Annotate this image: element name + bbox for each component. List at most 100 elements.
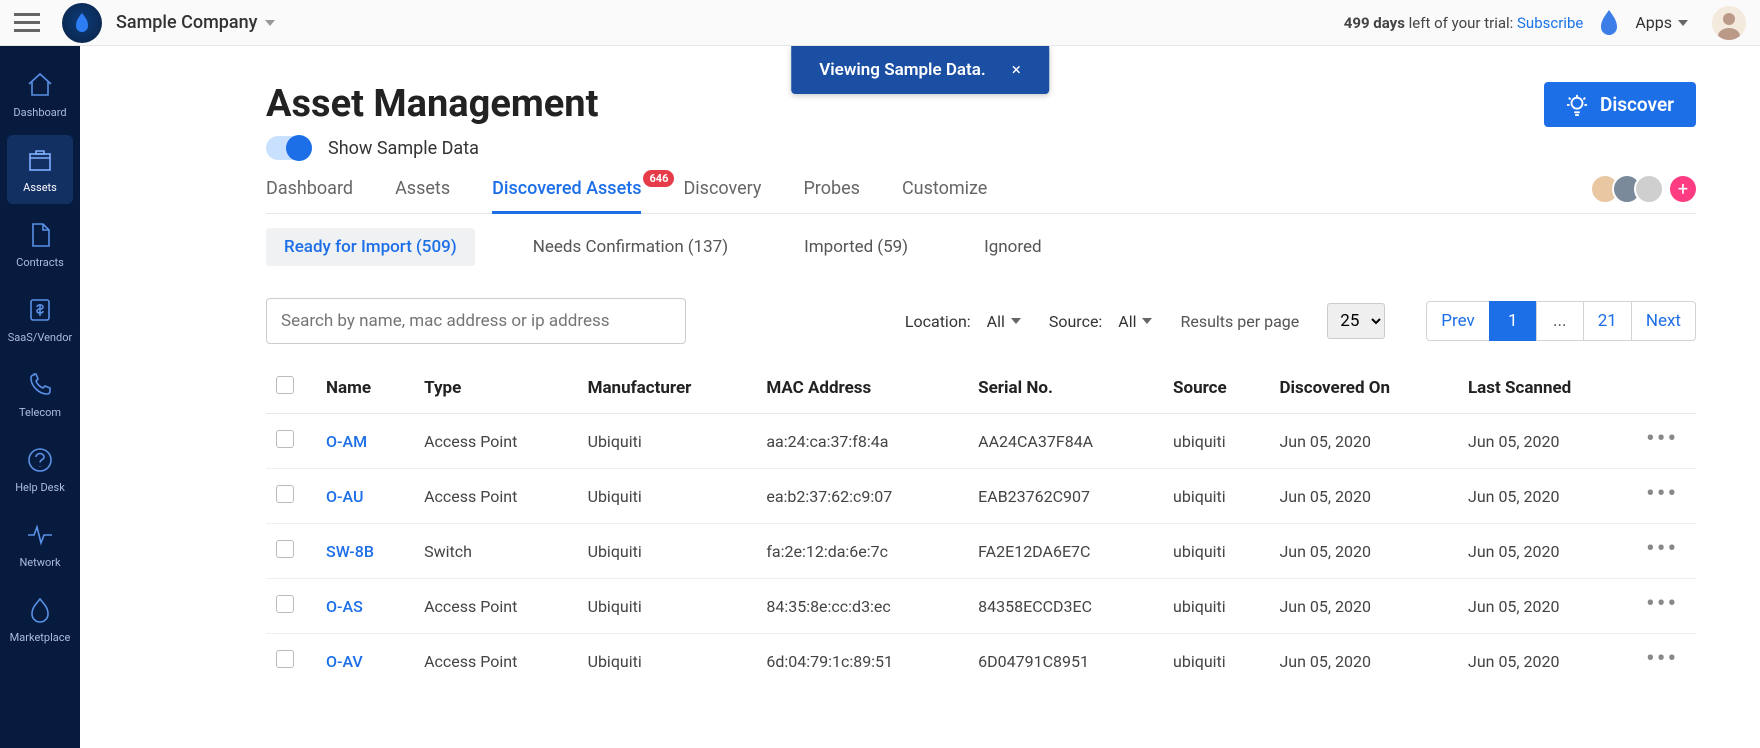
sidebar-item-label: Contracts <box>16 256 64 269</box>
tab-discovered-assets[interactable]: Discovered Assets646 <box>492 178 641 214</box>
asset-name-link[interactable]: O-AV <box>326 652 363 671</box>
topbar: Sample Company 499 days left of your tri… <box>0 0 1760 46</box>
subtab-ignored[interactable]: Ignored <box>966 228 1063 266</box>
menu-hamburger-icon[interactable] <box>14 13 40 32</box>
sidebar-item-label: Assets <box>23 181 57 194</box>
dollar-icon <box>25 295 55 325</box>
main-tabs: Dashboard Assets Discovered Assets646 Disco… <box>266 178 1696 214</box>
column-header[interactable]: Discovered On <box>1269 362 1458 414</box>
tab-assets[interactable]: Assets <box>395 178 450 213</box>
sidebar-item-label: Telecom <box>19 406 61 419</box>
sidebar-item-contracts[interactable]: Contracts <box>7 210 73 279</box>
row-checkbox[interactable] <box>276 430 294 448</box>
phone-icon <box>25 370 55 400</box>
row-actions-icon[interactable]: ••• <box>1646 479 1678 509</box>
trial-status: 499 days left of your trial: Subscribe <box>1344 14 1584 32</box>
tab-badge: 646 <box>643 170 674 187</box>
cell-discovered: Jun 05, 2020 <box>1269 524 1458 579</box>
sidebar-item-dashboard[interactable]: Dashboard <box>7 60 73 129</box>
prev-page-button[interactable]: Prev <box>1426 301 1489 341</box>
flame-icon[interactable] <box>1599 9 1619 37</box>
sidebar-item-telecom[interactable]: Telecom <box>7 360 73 429</box>
subtab-imported[interactable]: Imported (59) <box>786 228 926 266</box>
page-number-current[interactable]: 1 <box>1489 301 1537 341</box>
subtab-ready-for-import[interactable]: Ready for Import (509) <box>266 228 475 266</box>
company-selector[interactable]: Sample Company <box>116 12 257 33</box>
sample-data-toggle[interactable] <box>266 136 312 160</box>
asset-name-link[interactable]: O-AM <box>326 432 367 451</box>
asset-name-link[interactable]: O-AU <box>326 487 363 506</box>
table-row: O-AVAccess PointUbiquiti6d:04:79:1c:89:5… <box>266 634 1696 689</box>
add-user-button[interactable]: + <box>1670 176 1696 202</box>
cell-manufacturer: Ubiquiti <box>578 524 757 579</box>
apps-menu[interactable]: Apps <box>1635 13 1688 32</box>
cell-source: ubiquiti <box>1163 414 1269 469</box>
caret-down-icon <box>265 20 275 26</box>
subtab-needs-confirmation[interactable]: Needs Confirmation (137) <box>515 228 746 266</box>
asset-name-link[interactable]: O-AS <box>326 597 363 616</box>
column-header[interactable]: Serial No. <box>968 362 1163 414</box>
row-actions-icon[interactable]: ••• <box>1646 589 1678 619</box>
cell-discovered: Jun 05, 2020 <box>1269 469 1458 524</box>
column-header[interactable]: Name <box>316 362 414 414</box>
row-checkbox[interactable] <box>276 595 294 613</box>
column-header[interactable]: Source <box>1163 362 1269 414</box>
cell-serial: EAB23762C907 <box>968 469 1163 524</box>
subscribe-link[interactable]: Subscribe <box>1517 14 1583 32</box>
sidebar-item-help-desk[interactable]: Help Desk <box>7 435 73 504</box>
tab-customize[interactable]: Customize <box>902 178 987 213</box>
cell-source: ubiquiti <box>1163 634 1269 689</box>
cell-type: Switch <box>414 524 577 579</box>
column-header[interactable]: Last Scanned <box>1458 362 1636 414</box>
presence-avatars: + <box>1598 174 1696 204</box>
sidebar: Dashboard Assets Contracts SaaS/Vendor Telec… <box>0 46 80 748</box>
cell-type: Access Point <box>414 469 577 524</box>
column-header[interactable]: MAC Address <box>756 362 968 414</box>
table-row: SW-8BSwitchUbiquitifa:2e:12:da:6e:7cFA2E… <box>266 524 1696 579</box>
tab-probes[interactable]: Probes <box>803 178 860 213</box>
tab-discovery[interactable]: Discovery <box>683 178 761 213</box>
sidebar-item-marketplace[interactable]: Marketplace <box>7 585 73 654</box>
cell-source: ubiquiti <box>1163 469 1269 524</box>
pulse-icon <box>25 520 55 550</box>
location-filter[interactable]: Location: All <box>905 312 1021 331</box>
sub-tabs: Ready for Import (509) Needs Confirmation… <box>266 228 1696 266</box>
cell-discovered: Jun 05, 2020 <box>1269 579 1458 634</box>
box-icon <box>25 145 55 175</box>
results-per-page-select[interactable]: 25 <box>1327 303 1385 339</box>
cell-type: Access Point <box>414 414 577 469</box>
cell-scanned: Jun 05, 2020 <box>1458 524 1636 579</box>
row-checkbox[interactable] <box>276 485 294 503</box>
row-actions-icon[interactable]: ••• <box>1646 644 1678 674</box>
flame-icon <box>25 595 55 625</box>
sample-data-toggle-label: Show Sample Data <box>328 138 479 159</box>
row-checkbox[interactable] <box>276 650 294 668</box>
company-logo-icon[interactable] <box>62 3 102 43</box>
toolbar: Location: All Source: All Results per pa… <box>266 298 1696 344</box>
sidebar-item-label: Help Desk <box>15 481 65 494</box>
column-header[interactable]: Type <box>414 362 577 414</box>
sidebar-item-saas-vendor[interactable]: SaaS/Vendor <box>7 285 73 354</box>
banner-close-icon[interactable]: × <box>1012 60 1021 80</box>
row-actions-icon[interactable]: ••• <box>1646 534 1678 564</box>
select-all-checkbox[interactable] <box>276 376 294 394</box>
presence-avatar[interactable] <box>1634 174 1664 204</box>
results-per-page-label: Results per page <box>1180 312 1299 331</box>
sidebar-item-network[interactable]: Network <box>7 510 73 579</box>
column-header[interactable]: Manufacturer <box>578 362 757 414</box>
row-actions-icon[interactable]: ••• <box>1646 424 1678 454</box>
cell-mac: 6d:04:79:1c:89:51 <box>756 634 968 689</box>
source-filter[interactable]: Source: All <box>1049 312 1153 331</box>
asset-name-link[interactable]: SW-8B <box>326 542 374 561</box>
tab-dashboard[interactable]: Dashboard <box>266 178 353 213</box>
lightbulb-icon <box>1566 94 1588 116</box>
search-input[interactable] <box>266 298 686 344</box>
row-checkbox[interactable] <box>276 540 294 558</box>
page-number-last[interactable]: 21 <box>1583 301 1632 341</box>
cell-scanned: Jun 05, 2020 <box>1458 414 1636 469</box>
sidebar-item-label: Marketplace <box>10 631 71 644</box>
user-avatar[interactable] <box>1712 6 1746 40</box>
discover-button[interactable]: Discover <box>1544 82 1696 127</box>
sidebar-item-assets[interactable]: Assets <box>7 135 73 204</box>
next-page-button[interactable]: Next <box>1631 301 1696 341</box>
